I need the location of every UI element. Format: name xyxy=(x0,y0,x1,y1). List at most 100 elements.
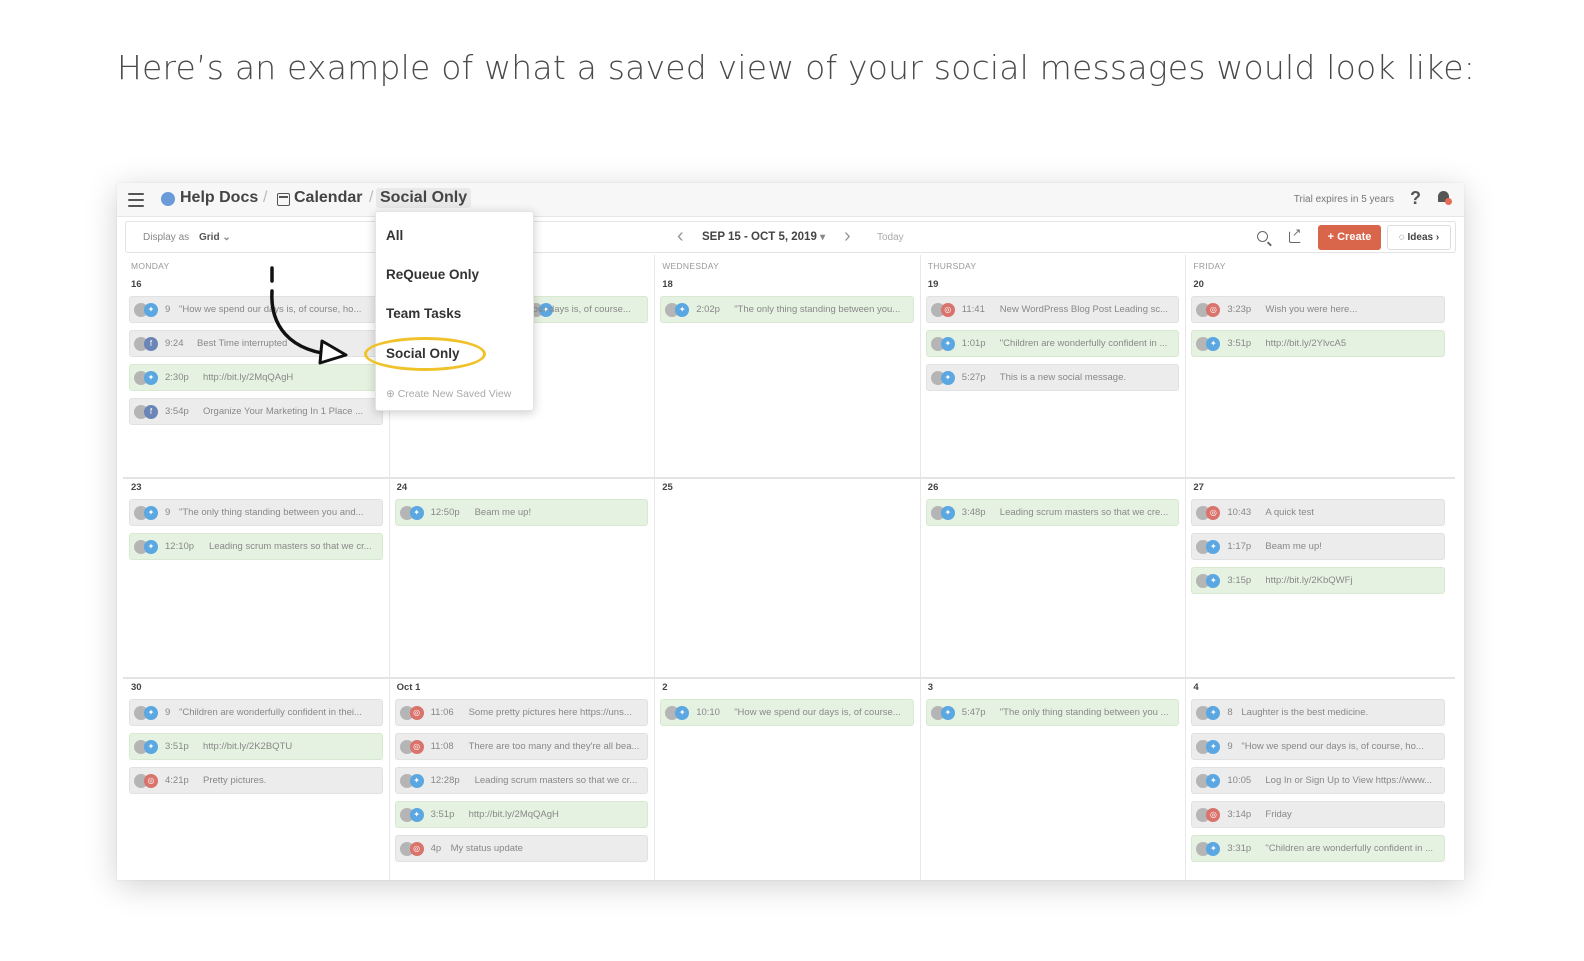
day-header: FRIDAY xyxy=(1193,261,1226,271)
caret-down-icon: ▾ xyxy=(820,232,826,243)
twitter-icon: ✦ xyxy=(144,740,158,754)
post-text: "Children are wonderfully confident in .… xyxy=(999,338,1168,349)
breadcrumb-separator: / xyxy=(369,189,374,206)
post-item[interactable]: ✦ 3:51p http://bit.ly/2YlvcA5 xyxy=(1191,330,1445,357)
post-item[interactable]: ✦ 9 "How we spend our days is, of course, … xyxy=(1191,733,1445,760)
ideas-label: Ideas xyxy=(1407,232,1434,243)
post-item[interactable]: ✦ 3:15p http://bit.ly/2KbQWFj xyxy=(1191,567,1445,594)
twitter-icon: ✦ xyxy=(940,706,955,720)
post-item[interactable]: ✦ 9 "The only thing standing between you a… xyxy=(129,499,383,526)
post-item[interactable]: ◎ 11:06 Some pretty pictures here https://… xyxy=(394,699,649,726)
date-number: 25 xyxy=(662,482,673,493)
twitter-icon: ✦ xyxy=(144,506,158,520)
post-time: 2:30p xyxy=(165,372,189,383)
post-item[interactable]: ✦ our days is, of course... xyxy=(523,296,649,323)
post-item[interactable]: ✦ 3:48p Leading scrum masters so that we c… xyxy=(925,499,1180,526)
saved-view-option[interactable]: Team Tasks xyxy=(386,306,461,321)
post-item[interactable]: ◎ 4p My status update xyxy=(394,835,649,862)
post-text: "How we spend our days is, of course, ho… xyxy=(1241,741,1424,752)
today-button[interactable]: Today xyxy=(877,232,904,243)
post-text: "Children are wonderfully confident in .… xyxy=(1265,843,1433,854)
post-text: Wish you were here... xyxy=(1265,304,1358,315)
post-item[interactable]: ✦ 9 "Children are wonderfully confident in… xyxy=(129,699,383,726)
breadcrumb-separator: / xyxy=(263,189,268,206)
date-number: 23 xyxy=(131,482,142,493)
saved-view-option[interactable]: ReQueue Only xyxy=(386,267,479,282)
post-time: 2:02p xyxy=(696,304,720,315)
post-item[interactable]: ◎ 3:14p Friday xyxy=(1191,801,1445,828)
calendar-toolbar: Display as Grid ⌄ ‹ SEP 15 - OCT 5, 2019… xyxy=(125,221,1456,253)
display-mode-value: Grid xyxy=(199,232,220,243)
post-time: 4p xyxy=(430,843,442,854)
post-item[interactable]: ◎ 3:23p Wish you were here... xyxy=(1191,296,1445,323)
post-item[interactable]: ✦ 12:50p Beam me up! xyxy=(394,499,649,526)
post-item[interactable]: ✦ 5:27p This is a new social message. xyxy=(925,364,1180,391)
post-item[interactable]: ✦ 12:10p Leading scrum masters so that we … xyxy=(129,533,383,560)
hamburger-menu-icon[interactable] xyxy=(128,193,144,207)
column-divider xyxy=(1185,255,1187,880)
breadcrumb-workspace[interactable]: Help Docs xyxy=(180,189,258,207)
column-divider xyxy=(919,255,921,880)
twitter-icon: ✦ xyxy=(940,337,955,351)
date-range-picker[interactable]: SEP 15 - OCT 5, 2019 ▾ xyxy=(702,231,825,243)
date-number: 16 xyxy=(131,279,142,290)
instagram-icon: ◎ xyxy=(409,706,424,720)
post-text: A quick test xyxy=(1265,507,1314,518)
post-text: New WordPress Blog Post Leading sc... xyxy=(999,304,1169,315)
instagram-icon: ◎ xyxy=(144,774,158,788)
post-text: Pretty pictures. xyxy=(203,775,267,786)
post-item[interactable]: ✦ 2:02p "The only thing standing between y… xyxy=(660,296,914,323)
post-item[interactable]: ✦ 10:10 "How we spend our days is, of cour… xyxy=(660,699,914,726)
post-item[interactable]: ◎ 10:43 A quick test xyxy=(1191,499,1445,526)
create-button[interactable]: + Create xyxy=(1318,225,1381,250)
post-item[interactable]: f 3:54p Organize Your Marketing In 1 Place… xyxy=(129,398,383,425)
post-time: 3:51p xyxy=(165,741,189,752)
post-item[interactable]: ✦ 1:17p Beam me up! xyxy=(1191,533,1445,560)
post-item[interactable]: ◎ 4:21p Pretty pictures. xyxy=(129,767,383,794)
ideas-button[interactable]: ◌ Ideas › xyxy=(1387,225,1451,250)
post-time: 11:08 xyxy=(430,741,454,752)
post-text: http://bit.ly/2K2BQTU xyxy=(203,741,293,752)
post-item[interactable]: ◎ 11:08 There are too many and they're all… xyxy=(394,733,649,760)
twitter-icon: ✦ xyxy=(1206,774,1221,788)
breadcrumb-calendar[interactable]: Calendar xyxy=(294,189,362,207)
post-text: Organize Your Marketing In 1 Place ... xyxy=(203,406,364,417)
date-number: 4 xyxy=(1193,682,1199,693)
post-item[interactable]: ✦ 3:51p http://bit.ly/2K2BQTU xyxy=(129,733,383,760)
trial-notice: Trial expires in 5 years xyxy=(1293,194,1394,205)
post-text: "The only thing standing between you and… xyxy=(179,507,364,518)
date-number: 18 xyxy=(662,279,673,290)
post-time: 9 xyxy=(165,707,171,718)
date-number: 20 xyxy=(1193,279,1204,290)
twitter-icon: ✦ xyxy=(1206,842,1221,856)
post-text: Leading scrum masters so that we cre... xyxy=(999,507,1169,518)
facebook-icon: f xyxy=(144,405,158,419)
post-item[interactable]: ✦ 10:05 Log In or Sign Up to View https://… xyxy=(1191,767,1445,794)
twitter-icon: ✦ xyxy=(144,540,158,554)
saved-view-option[interactable]: All xyxy=(386,228,403,243)
post-item[interactable]: ◎ 11:41 New WordPress Blog Post Leading sc… xyxy=(925,296,1180,323)
app-screenshot: Help Docs / Calendar / Social Only Trial… xyxy=(117,183,1464,880)
post-item[interactable]: ✦ 1:01p "Children are wonderfully confiden… xyxy=(925,330,1180,357)
post-item[interactable]: ✦ 3:31p "Children are wonderfully confiden… xyxy=(1191,835,1445,862)
twitter-icon: ✦ xyxy=(675,706,690,720)
post-time: 3:14p xyxy=(1227,809,1252,820)
post-item[interactable]: ✦ 5:47p "The only thing standing between y… xyxy=(925,699,1180,726)
help-icon[interactable]: ? xyxy=(1410,188,1421,209)
chevron-right-icon: › xyxy=(1435,232,1440,243)
create-saved-view-link[interactable]: Create New Saved View xyxy=(386,388,512,400)
post-time: 9 xyxy=(1227,741,1233,752)
display-mode-select[interactable]: Grid ⌄ xyxy=(199,232,231,243)
notification-bell-icon[interactable] xyxy=(1437,190,1452,205)
post-item[interactable]: ✦ 8 Laughter is the best medicine. xyxy=(1191,699,1445,726)
previous-arrow-icon[interactable]: ‹ xyxy=(677,225,684,248)
row-divider xyxy=(123,677,1455,679)
row-divider xyxy=(123,477,1455,479)
search-icon[interactable] xyxy=(1257,231,1268,242)
post-item[interactable]: ✦ 12:28p Leading scrum masters so that we … xyxy=(394,767,649,794)
next-arrow-icon[interactable]: › xyxy=(844,225,851,248)
breadcrumb-saved-view[interactable]: Social Only xyxy=(376,188,472,208)
share-icon[interactable] xyxy=(1289,226,1301,243)
post-item[interactable]: ✦ 3:51p http://bit.ly/2MqQAgH xyxy=(394,801,649,828)
post-time: 1:17p xyxy=(1227,541,1252,552)
